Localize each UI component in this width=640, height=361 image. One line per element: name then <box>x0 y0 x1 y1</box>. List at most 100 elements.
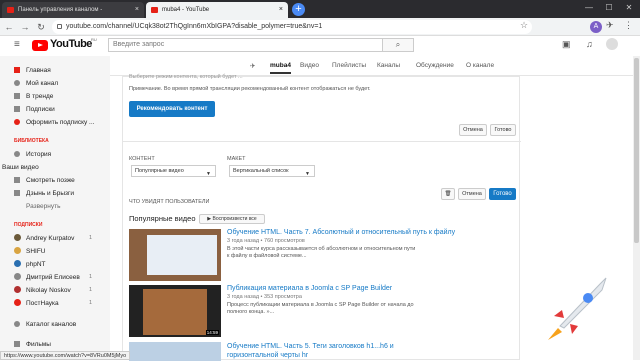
live-stream-note: Примечание. Во время прямой трансляции р… <box>129 86 371 92</box>
video-duration: 14:59 <box>205 330 219 335</box>
browser-tab-bar: Панель управления каналом - × muba4 - Yo… <box>0 0 640 18</box>
avatar <box>14 273 21 280</box>
sidebar-item-my-channel[interactable]: Мой канал <box>14 79 58 88</box>
featured-content-panel: Выберите режим контента, который будет .… <box>122 74 521 361</box>
new-tab-button[interactable]: + <box>292 3 305 16</box>
youtube-region: RU <box>91 37 97 42</box>
forward-icon[interactable]: → <box>18 20 32 34</box>
status-bar-url: https://www.youtube.com/watch?v=8VRu0M5j… <box>0 351 131 360</box>
channel-avatar[interactable] <box>606 38 618 50</box>
rocket-icon <box>548 277 607 340</box>
playlist-icon <box>14 190 20 196</box>
minimize-icon[interactable]: — <box>578 1 600 15</box>
lock-icon <box>57 24 62 29</box>
video-thumbnail[interactable] <box>129 229 221 281</box>
notifications-bell-icon[interactable]: ♫ <box>586 39 593 49</box>
home-icon <box>14 67 20 73</box>
back-icon[interactable]: ← <box>2 20 16 34</box>
done-button[interactable]: Готово <box>489 188 516 200</box>
rocket-extension-icon[interactable]: ✈ <box>606 20 614 31</box>
cancel-button[interactable]: Отмена <box>459 124 487 136</box>
history-icon <box>14 151 20 157</box>
divider <box>123 141 521 142</box>
youtube-logo-icon[interactable] <box>32 40 48 51</box>
rocket-tab-icon[interactable]: ✈ <box>250 62 255 70</box>
sidebar-item-movies[interactable]: Фильмы <box>14 340 51 349</box>
tab-discussion[interactable]: Обсуждение <box>416 62 454 69</box>
reload-icon[interactable]: ↻ <box>34 20 48 34</box>
trash-icon[interactable]: 🗑 <box>441 188 455 200</box>
bookmark-star-icon[interactable]: ☆ <box>520 20 528 31</box>
upload-video-icon[interactable]: ▣ <box>562 39 571 50</box>
tab-title: muba4 - YouTube <box>162 7 210 13</box>
layout-label: МАКЕТ <box>227 156 246 162</box>
search-icon: ⌕ <box>395 40 401 49</box>
sidebar-item-subscribe[interactable]: Оформить подписку ... <box>14 118 94 127</box>
avatar <box>14 247 21 254</box>
subscription-item[interactable]: ПостНаука <box>14 299 59 308</box>
video-title[interactable]: Публикация материала в Joomla с SP Page … <box>227 285 392 292</box>
youtube-logo-text[interactable]: YouTube <box>50 38 92 50</box>
tab-videos[interactable]: Видео <box>300 62 319 69</box>
clock-icon <box>14 177 20 183</box>
channel-icon <box>14 80 20 86</box>
video-title[interactable]: Обучение HTML. Часть 5. Теги заголовков … <box>227 342 427 360</box>
library-section-title: БИБЛИОТЕКА <box>14 138 49 144</box>
browser-profile-avatar[interactable]: A <box>590 21 602 33</box>
search-input[interactable]: Введите запрос <box>108 38 414 52</box>
url-field[interactable]: youtube.com/channel/UCqk38ot2ThQgInn6mXb… <box>52 20 532 34</box>
hamburger-menu-icon[interactable]: ≡ <box>14 39 20 50</box>
subscription-item[interactable]: phpNT <box>14 260 46 269</box>
youtube-favicon-icon <box>151 7 158 13</box>
video-title[interactable]: Обучение HTML. Часть 7. Абсолютный и отн… <box>227 229 455 236</box>
sidebar-item-playlist[interactable]: Дзынь и Брызги <box>14 189 74 198</box>
tab-channels[interactable]: Каналы <box>377 62 400 69</box>
video-description: Процесс публикации материала в Joomla c … <box>227 302 414 315</box>
tab-muba4-youtube[interactable]: muba4 - YouTube × <box>146 2 288 18</box>
subscription-item[interactable]: Дмитрий Елисеев <box>14 273 80 282</box>
menu-dots-icon[interactable]: ⋮ <box>624 20 633 31</box>
close-window-icon[interactable]: ✕ <box>618 1 640 15</box>
subscription-count: 1 <box>88 274 92 280</box>
avatar <box>14 234 21 241</box>
close-tab-icon[interactable]: × <box>279 2 283 18</box>
movies-icon <box>14 341 20 347</box>
subscription-item[interactable]: Nikolay Noskov <box>14 286 71 295</box>
sidebar: Главная Мой канал В тренде Подписки Офор… <box>0 56 110 360</box>
avatar <box>14 286 21 293</box>
search-button[interactable]: ⌕ <box>382 38 414 52</box>
video-meta: 3 года назад • 353 просмотра <box>227 294 302 300</box>
close-tab-icon[interactable]: × <box>135 2 139 18</box>
subscription-item[interactable]: Andrey Kurpatov <box>14 234 74 243</box>
tab-channel-dashboard[interactable]: Панель управления каналом - × <box>2 2 144 18</box>
sidebar-item-history[interactable]: История <box>14 150 51 159</box>
play-all-button[interactable]: ▶ Воспроизвести все <box>199 214 265 224</box>
subscription-count: 1 <box>88 300 92 306</box>
popular-videos-title: Популярные видео <box>129 214 196 223</box>
maximize-icon[interactable]: ☐ <box>598 1 620 15</box>
scrollbar-thumb[interactable] <box>634 58 639 243</box>
video-thumbnail[interactable] <box>129 342 221 361</box>
recommend-content-button[interactable]: Рекомендовать контент <box>129 101 215 117</box>
plus-icon <box>14 119 20 125</box>
subscription-item[interactable]: SHIFU <box>14 247 46 256</box>
sidebar-item-trending[interactable]: В тренде <box>14 92 53 101</box>
sidebar-item-your-videos[interactable]: Ваши видео <box>2 163 39 172</box>
tab-home[interactable]: muba4 <box>270 62 291 74</box>
sidebar-item-channel-catalog[interactable]: Каталог каналов <box>14 320 76 329</box>
cancel-button[interactable]: Отмена <box>458 188 486 200</box>
sidebar-item-expand[interactable]: Развернуть <box>14 202 60 211</box>
layout-select[interactable]: Вертикальный список ▼ <box>229 165 315 177</box>
tab-playlists[interactable]: Плейлисты <box>332 62 366 69</box>
sidebar-item-subscriptions[interactable]: Подписки <box>14 105 55 114</box>
tab-about[interactable]: О канале <box>466 62 494 69</box>
viewer-preview-label: ЧТО УВИДЯТ ПОЛЬЗОВАТЕЛИ <box>129 199 210 205</box>
video-thumbnail[interactable]: 14:59 <box>129 285 221 337</box>
channel-tabs: ✈ muba4 Видео Плейлисты Каналы Обсуждени… <box>110 56 640 76</box>
sidebar-item-watch-later[interactable]: Смотреть позже <box>14 176 75 185</box>
content-select[interactable]: Популярные видео ▼ <box>131 165 216 177</box>
panel-top-text: Выберите режим контента, который будет .… <box>129 74 243 80</box>
avatar <box>14 299 21 306</box>
done-button[interactable]: Готово <box>490 124 516 136</box>
sidebar-item-home[interactable]: Главная <box>14 66 51 75</box>
